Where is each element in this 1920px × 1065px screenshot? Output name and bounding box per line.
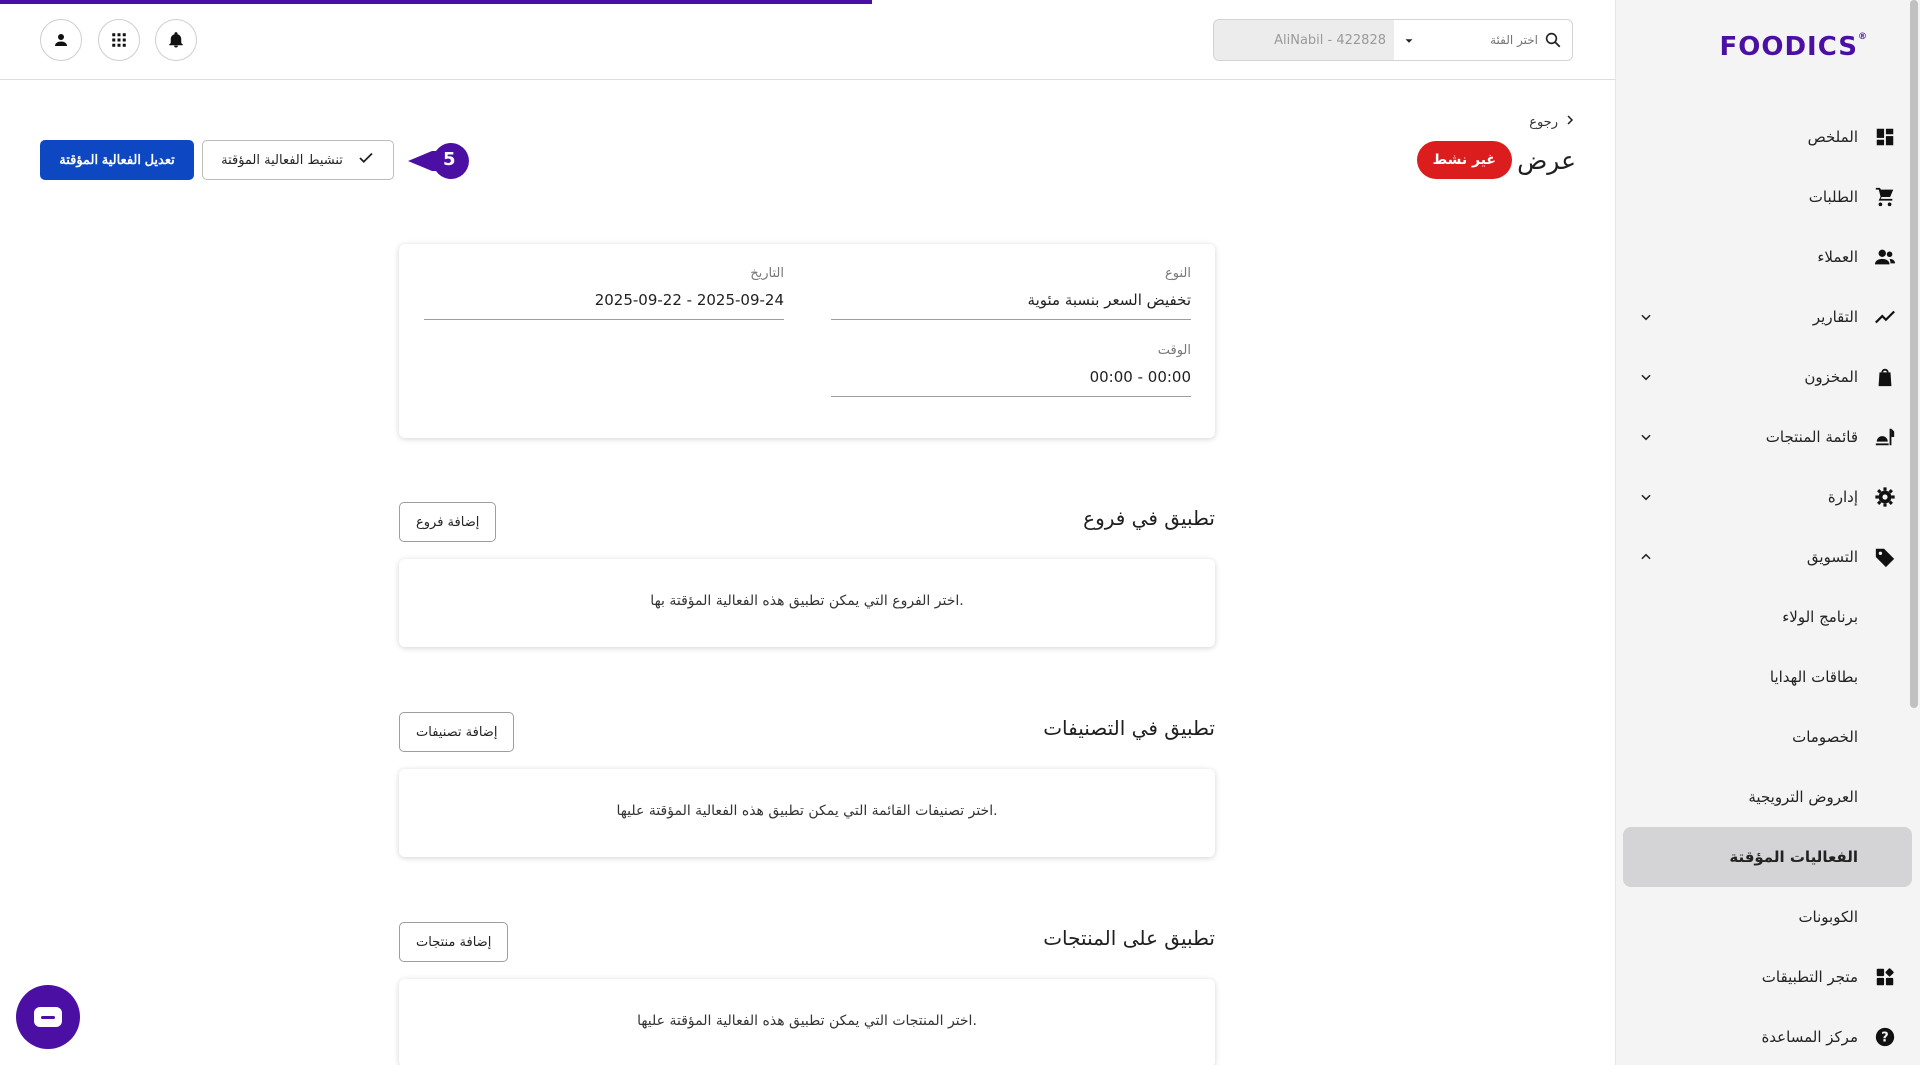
sidebar-item-label: متجر التطبيقات xyxy=(1761,968,1858,986)
bag-icon xyxy=(1872,364,1898,390)
notifications-button[interactable] xyxy=(155,19,197,61)
branches-card: اختر الفروع التي يمكن تطبيق هذه الفعالية… xyxy=(399,559,1215,647)
step-marker: 5 xyxy=(408,143,470,183)
sidebar-item-loyalty[interactable]: برنامج الولاء xyxy=(1615,587,1920,647)
sidebar-item-label: الكوبونات xyxy=(1798,908,1858,926)
top-bar: AliNabil - 422828 xyxy=(0,0,1615,80)
sidebar-item-label: العملاء xyxy=(1817,248,1858,266)
chat-icon xyxy=(34,1007,62,1027)
chevron-down-icon xyxy=(1637,428,1655,446)
back-label: رجوع xyxy=(1529,114,1558,130)
notifications-icon xyxy=(169,32,183,48)
menu-food-icon xyxy=(1872,424,1898,450)
date-label: التاريخ xyxy=(750,266,784,281)
activate-timed-event-button[interactable]: تنشيط الفعالية المؤقتة xyxy=(202,140,394,180)
status-badge: غير نشط xyxy=(1416,141,1512,179)
time-label: الوقت xyxy=(1157,343,1191,358)
time-value: 00:00 - 00:00 xyxy=(831,368,1191,397)
products-card: اختر المنتجات التي يمكن تطبيق هذه الفعال… xyxy=(399,979,1215,1065)
back-link[interactable]: رجوع xyxy=(1529,114,1576,130)
sidebar-item-app-store[interactable]: متجر التطبيقات xyxy=(1615,947,1920,1007)
products-section-title: تطبيق على المنتجات xyxy=(1043,926,1215,950)
edit-timed-event-button[interactable]: تعديل الفعالية المؤقتة xyxy=(40,140,194,180)
cart-icon xyxy=(1872,184,1898,210)
category-search xyxy=(1394,20,1572,60)
sidebar-item-label: الطلبات xyxy=(1808,188,1858,206)
search-icon xyxy=(1544,31,1562,53)
chat-support-button[interactable] xyxy=(16,985,80,1049)
sidebar-nav: الملخص الطلبات العملاء التقارير المخزون … xyxy=(1615,107,1920,1065)
apps-grid-icon xyxy=(112,33,126,47)
categories-card: اختر تصنيفات القائمة التي يمكن تطبيق هذه… xyxy=(399,769,1215,857)
add-products-button[interactable]: إضافة منتجات xyxy=(399,922,509,962)
chevron-down-icon xyxy=(1637,488,1655,506)
sidebar-item-coupons[interactable]: الكوبونات xyxy=(1615,887,1920,947)
time-field: الوقت 00:00 - 00:00 xyxy=(831,343,1191,397)
loading-progress-bar xyxy=(0,0,872,4)
profile-button[interactable] xyxy=(40,19,82,61)
account-field: AliNabil - 422828 xyxy=(1214,20,1394,60)
categories-section-title: تطبيق في التصنيفات xyxy=(1043,716,1215,740)
sidebar-item-promotions[interactable]: العروض الترويجية xyxy=(1615,767,1920,827)
type-field: النوع تخفيض السعر بنسبة مئوية xyxy=(831,266,1191,320)
help-icon: ? xyxy=(1872,1024,1898,1050)
sidebar-item-label: قائمة المنتجات xyxy=(1765,428,1858,446)
sidebar-item-inventory[interactable]: المخزون xyxy=(1615,347,1920,407)
activate-button-label: تنشيط الفعالية المؤقتة xyxy=(221,152,343,168)
chevron-up-icon xyxy=(1637,548,1655,566)
step-number: 5 xyxy=(443,149,456,170)
sidebar-item-label: مركز المساعدة xyxy=(1761,1028,1858,1046)
products-empty-message: اختر المنتجات التي يمكن تطبيق هذه الفعال… xyxy=(637,1013,977,1029)
sidebar-item-discounts[interactable]: الخصومات xyxy=(1615,707,1920,767)
sidebar-item-label: التسويق xyxy=(1806,548,1858,566)
chevron-right-icon xyxy=(1564,114,1576,130)
sidebar-item-label: المخزون xyxy=(1804,368,1858,386)
add-categories-button[interactable]: إضافة تصنيفات xyxy=(399,712,515,752)
details-card: النوع تخفيض السعر بنسبة مئوية التاريخ 20… xyxy=(399,244,1215,438)
apps-store-icon xyxy=(1872,964,1898,990)
sidebar-item-label: برنامج الولاء xyxy=(1782,608,1858,626)
sidebar-item-label: التقارير xyxy=(1812,308,1858,326)
sidebar-item-customers[interactable]: العملاء xyxy=(1615,227,1920,287)
foodics-logo[interactable]: FOODICS® xyxy=(1719,32,1868,62)
account-search: AliNabil - 422828 xyxy=(1213,19,1573,61)
chevron-down-icon xyxy=(1637,308,1655,326)
sidebar-item-reports[interactable]: التقارير xyxy=(1615,287,1920,347)
dropdown-caret-icon[interactable] xyxy=(1402,33,1416,52)
sidebar-item-orders[interactable]: الطلبات xyxy=(1615,167,1920,227)
people-icon xyxy=(1872,244,1898,270)
branches-empty-message: اختر الفروع التي يمكن تطبيق هذه الفعالية… xyxy=(650,593,964,609)
sidebar-item-gift-cards[interactable]: بطاقات الهدايا xyxy=(1615,647,1920,707)
date-value: 2025-09-22 - 2025-09-24 xyxy=(424,291,784,320)
chevron-down-icon xyxy=(1637,368,1655,386)
type-label: النوع xyxy=(1165,266,1191,281)
checkmark-icon xyxy=(357,149,375,171)
sidebar-item-label: الفعاليات المؤقتة xyxy=(1729,848,1858,866)
sidebar-item-label: العروض الترويجية xyxy=(1748,788,1858,806)
sidebar-item-label: بطاقات الهدايا xyxy=(1769,668,1858,686)
sidebar: FOODICS® الملخص الطلبات العملاء التقارير… xyxy=(1615,0,1920,1065)
sidebar-item-label: الملخص xyxy=(1807,128,1858,146)
dashboard-icon xyxy=(1872,124,1898,150)
profile-icon xyxy=(55,34,67,46)
gear-icon xyxy=(1872,484,1898,510)
sidebar-item-marketing[interactable]: التسويق xyxy=(1615,527,1920,587)
tag-icon xyxy=(1872,544,1898,570)
trend-icon xyxy=(1872,304,1898,330)
page-title: عرض xyxy=(1517,146,1576,175)
apps-grid-button[interactable] xyxy=(98,19,140,61)
svg-text:?: ? xyxy=(1881,1031,1888,1046)
sidebar-item-help[interactable]: ? مركز المساعدة xyxy=(1615,1007,1920,1065)
sidebar-item-manage[interactable]: إدارة xyxy=(1615,467,1920,527)
sidebar-item-label: إدارة xyxy=(1827,488,1858,506)
sidebar-item-menu[interactable]: قائمة المنتجات xyxy=(1615,407,1920,467)
sidebar-item-summary[interactable]: الملخص xyxy=(1615,107,1920,167)
branches-section-title: تطبيق في فروع xyxy=(1083,506,1215,530)
date-field: التاريخ 2025-09-22 - 2025-09-24 xyxy=(424,266,784,320)
categories-empty-message: اختر تصنيفات القائمة التي يمكن تطبيق هذه… xyxy=(616,803,998,819)
add-branches-button[interactable]: إضافة فروع xyxy=(399,502,497,542)
sidebar-item-timed-events[interactable]: الفعاليات المؤقتة xyxy=(1623,827,1912,887)
sidebar-item-label: الخصومات xyxy=(1792,728,1858,746)
type-value: تخفيض السعر بنسبة مئوية xyxy=(831,291,1191,320)
